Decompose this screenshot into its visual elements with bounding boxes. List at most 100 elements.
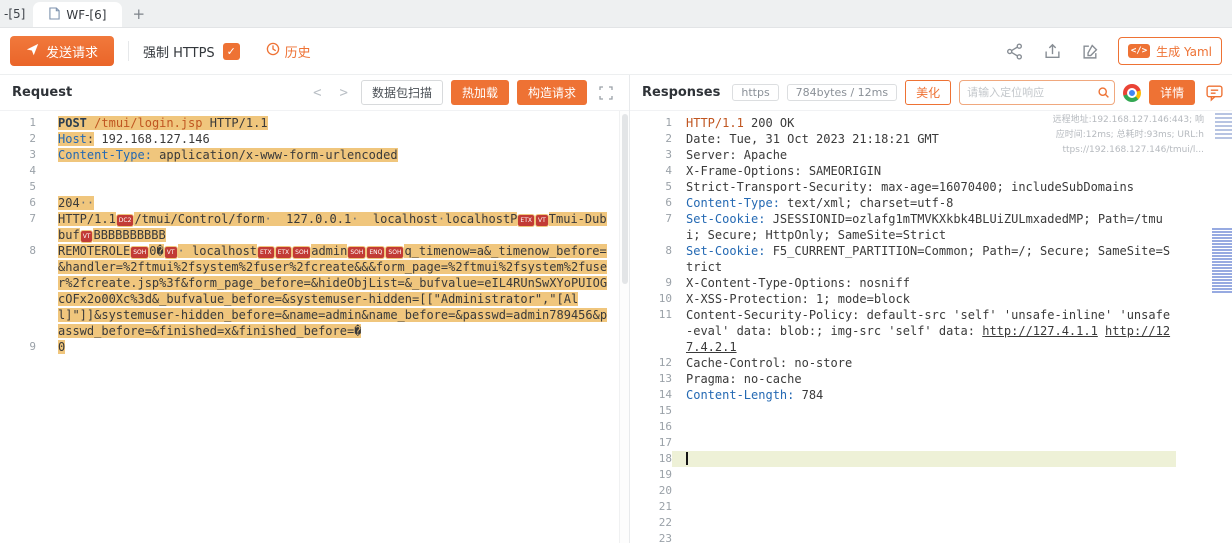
fullscreen-icon[interactable] [595, 82, 617, 104]
force-https-checkbox[interactable]: ✓ [223, 43, 240, 60]
code-line[interactable]: 20 [630, 483, 1232, 499]
line-number: 2 [0, 131, 36, 147]
code-line[interactable]: 4 [0, 163, 629, 179]
code-line[interactable]: 8REMOTEROLESOH0�VT· localhostETXETXSOHad… [0, 243, 629, 339]
code-line[interactable]: 13Pragma: no-cache [630, 371, 1232, 387]
code-token: Cache-Control: no-store [686, 356, 852, 370]
force-https-label: 强制 HTTPS [143, 42, 215, 61]
size-time-badge: 784bytes / 12ms [787, 84, 897, 101]
minimap-block-middle[interactable] [1212, 228, 1232, 294]
code-token: 200 OK [744, 116, 795, 130]
send-request-button[interactable]: 发送请求 [10, 36, 114, 66]
code-line[interactable]: 7HTTP/1.1DC2/tmui/Control/form· 127.0.0.… [0, 211, 629, 243]
code-line[interactable]: 9X-Content-Type-Options: nosniff [630, 275, 1232, 291]
code-token: 127.0.0.1 [272, 212, 351, 226]
line-content [672, 419, 1176, 435]
control-char-block: VT [81, 231, 93, 242]
line-content: Pragma: no-cache [672, 371, 1176, 387]
code-line[interactable]: 21 [630, 499, 1232, 515]
code-token: /tmui/login.jsp [94, 116, 202, 130]
line-number: 9 [0, 339, 36, 355]
line-number: 20 [630, 483, 672, 499]
code-line[interactable]: 17 [630, 435, 1232, 451]
code-line[interactable]: 1POST /tmui/login.jsp HTTP/1.1 [0, 115, 629, 131]
code-line[interactable]: 90 [0, 339, 629, 355]
request-editor[interactable]: 1POST /tmui/login.jsp HTTP/1.12Host: 192… [0, 111, 629, 543]
line-content [672, 499, 1176, 515]
line-content: 204·· [36, 195, 629, 211]
code-line[interactable]: 18 [630, 451, 1232, 467]
code-line[interactable]: 23 [630, 531, 1232, 543]
beautify-button[interactable]: 美化 [905, 80, 951, 105]
code-line[interactable]: 14Content-Length: 784 [630, 387, 1232, 403]
next-request-arrow[interactable]: > [335, 85, 353, 101]
request-scrollbar-thumb[interactable] [622, 114, 628, 284]
code-line[interactable]: 12Cache-Control: no-store [630, 355, 1232, 371]
code-token: Content-Type: [58, 148, 152, 162]
line-content: Host: 192.168.127.146 [36, 131, 629, 147]
request-pane: Request < > 数据包扫描 热加载 构造请求 1POST /tmui/l… [0, 75, 630, 543]
code-line[interactable]: 6Content-Type: text/xml; charset=utf-8 [630, 195, 1232, 211]
line-number: 3 [0, 147, 36, 163]
code-token: BBBBBBBBBB [93, 228, 165, 242]
code-token: Pragma: no-cache [686, 372, 802, 386]
share-icon[interactable] [1004, 40, 1026, 62]
control-char-block: ETX [258, 247, 274, 258]
code-line[interactable]: 22 [630, 515, 1232, 531]
hot-reload-button[interactable]: 热加载 [451, 80, 509, 105]
generate-yaml-button[interactable]: </> 生成 Yaml [1118, 37, 1222, 65]
line-content: HTTP/1.1DC2/tmui/Control/form· 127.0.0.1… [36, 211, 629, 243]
code-line[interactable]: 5 [0, 179, 629, 195]
export-icon[interactable] [1042, 40, 1064, 62]
details-button[interactable]: 详情 [1149, 80, 1195, 105]
construct-request-button[interactable]: 构造请求 [517, 80, 587, 105]
code-token: localhost [185, 244, 257, 258]
code-line[interactable]: 10X-XSS-Protection: 1; mode=block [630, 291, 1232, 307]
response-editor[interactable]: 远程地址:192.168.127.146:443; 响 应时间:12ms; 总耗… [630, 111, 1232, 543]
code-line[interactable]: 3Content-Type: application/x-www-form-ur… [0, 147, 629, 163]
open-in-browser-icon[interactable] [1123, 84, 1141, 102]
new-tab-button[interactable]: + [122, 5, 155, 27]
code-line[interactable]: 6204·· [0, 195, 629, 211]
protocol-badge: https [732, 84, 778, 101]
request-scrollbar[interactable] [619, 111, 629, 543]
line-content [672, 515, 1176, 531]
code-token: Set-Cookie: [686, 212, 765, 226]
code-token: HTTP/1.1 [58, 212, 116, 226]
prev-request-arrow[interactable]: < [308, 85, 326, 101]
code-line[interactable]: 4X-Frame-Options: SAMEORIGIN [630, 163, 1232, 179]
tab-background[interactable]: -[5] [2, 7, 33, 27]
code-line[interactable]: 19 [630, 467, 1232, 483]
control-char-block: SOH [386, 247, 403, 258]
code-line[interactable]: 8Set-Cookie: F5_CURRENT_PARTITION=Common… [630, 243, 1232, 275]
line-content: Content-Length: 784 [672, 387, 1176, 403]
response-title: Responses [642, 85, 720, 100]
code-token: text/xml; charset=utf-8 [780, 196, 953, 210]
edit-icon[interactable] [1080, 40, 1102, 62]
code-line[interactable]: 15 [630, 403, 1232, 419]
code-line[interactable]: 5Strict-Transport-Security: max-age=1607… [630, 179, 1232, 195]
code-token: Host [58, 132, 87, 146]
tab-active[interactable]: WF-[6] [33, 2, 122, 27]
meta-line: ttps://192.168.127.146/tmui/l... [1053, 143, 1204, 158]
meta-line: 应时间:12ms; 总耗时:93ms; URL:h [1053, 128, 1204, 143]
feedback-chat-icon[interactable] [1203, 82, 1225, 104]
line-number: 1 [630, 115, 672, 131]
search-icon[interactable] [1092, 81, 1114, 104]
code-token: Set-Cookie: [686, 244, 765, 258]
response-header-actions: 美化 详情 [905, 80, 1225, 105]
packet-scan-button[interactable]: 数据包扫描 [361, 80, 443, 105]
code-line[interactable]: 11Content-Security-Policy: default-src '… [630, 307, 1232, 355]
response-search-input[interactable] [960, 86, 1092, 99]
control-char-block: ETX [518, 215, 534, 226]
code-line[interactable]: 16 [630, 419, 1232, 435]
code-line[interactable]: 2Host: 192.168.127.146 [0, 131, 629, 147]
line-content: Set-Cookie: JSESSIONID=ozlafg1mTMVKXkbk4… [672, 211, 1176, 243]
code-line[interactable]: 7Set-Cookie: JSESSIONID=ozlafg1mTMVKXkbk… [630, 211, 1232, 243]
code-token: REMOTEROLE [58, 244, 130, 258]
line-content [672, 531, 1176, 543]
minimap-block-top[interactable] [1215, 113, 1232, 140]
line-number: 6 [0, 195, 36, 211]
history-button[interactable]: 历史 [266, 42, 311, 61]
line-number: 8 [0, 243, 36, 339]
